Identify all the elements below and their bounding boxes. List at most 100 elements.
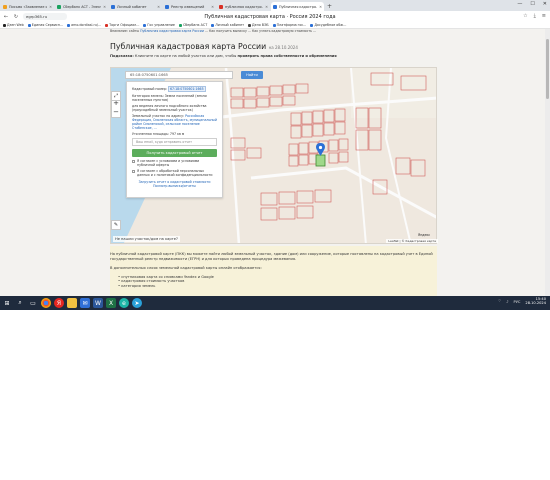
language-indicator[interactable]: РУС [514, 300, 521, 304]
search-icon[interactable]: ⌕ [15, 298, 25, 308]
maximize-icon[interactable]: ☐ [530, 1, 534, 7]
consent-personal-label: Я согласен с обработкой персональных дан… [137, 169, 213, 177]
bookmark-item[interactable]: Единая Сервисн... [27, 23, 64, 27]
telegram-icon[interactable]: ➤ [132, 298, 142, 308]
land-category: Категория земель: Земли поселений (земли… [132, 94, 207, 102]
task-view-icon[interactable]: ▭ [28, 298, 38, 308]
browser-tab[interactable]: Реестр извещений ✕ [163, 2, 216, 11]
clock[interactable]: 15:40 28.10.2024 [525, 297, 546, 306]
close-tab-icon[interactable]: ✕ [211, 5, 214, 9]
checkbox-icon[interactable] [132, 159, 135, 163]
measure-button[interactable]: ✎ [111, 220, 121, 230]
page-title: Публичная кадастровая карта · Россия 202… [204, 14, 336, 20]
hint-bold-text: проверить права собственности и обремене… [237, 54, 337, 58]
zoom-in-button[interactable]: + [113, 100, 119, 107]
tab-favicon-icon [57, 4, 61, 9]
page-scrollbar[interactable] [545, 29, 550, 296]
new-tab-button[interactable]: + [327, 2, 332, 11]
close-tab-icon[interactable]: ✕ [319, 5, 322, 9]
bookmark-item[interactable]: Личный кабинет [211, 23, 244, 27]
bookmark-label: Личный кабинет [215, 23, 245, 27]
bookmark-label: amo.dordiasl.ru/... [71, 23, 102, 27]
checkbox-icon[interactable] [132, 169, 135, 173]
browser-actions: ☆ ⤓ ≡ [523, 13, 546, 19]
word-icon[interactable]: W [93, 298, 103, 308]
close-tab-icon[interactable]: ✕ [265, 5, 268, 9]
close-tab-icon[interactable]: ✕ [103, 5, 106, 9]
bookmark-label: Торги Официал... [109, 23, 140, 27]
close-window-icon[interactable]: ✕ [543, 1, 547, 7]
panel-footer-link[interactable]: Загрузить отчет о кадастровой стоимости … [132, 180, 217, 188]
blank-area [0, 310, 550, 480]
layers-icon: ⤢ [113, 93, 118, 99]
bookmark-label: Дзен Web [7, 23, 24, 27]
bookmark-label: Досудебное обж... [314, 23, 347, 27]
description-text: На публичной кадастровой карте (ПКК) вы … [110, 252, 437, 289]
map-provider: Яндекс [418, 233, 431, 237]
browser-tab[interactable]: публичная кадастро... ✕ [217, 2, 270, 11]
selected-parcel[interactable] [315, 154, 326, 167]
email-field[interactable]: Ваш email, куда отправить отчет [132, 138, 217, 146]
bookmark-icon [143, 23, 147, 27]
bookmark-label: Гос управление [147, 23, 175, 27]
taskbar: ⊞ ⌕ ▭ Я ✉ W X e ➤ ⌔ ♪ РУС 15:40 28.10.20… [0, 296, 550, 310]
bookmark-item[interactable]: Дзен Web [3, 23, 24, 27]
field-area [351, 68, 436, 118]
scrollbar-thumb[interactable] [546, 39, 549, 99]
bookmark-item[interactable]: Дело ВЭБ [248, 23, 269, 27]
menu-icon[interactable]: ≡ [542, 13, 546, 19]
browser-tab[interactable]: Письмо «Заявление об...✕ [1, 2, 54, 11]
zoom-out-button[interactable]: − [113, 109, 119, 116]
map-attribution[interactable]: Leaflet | © Кадастровая карта [386, 239, 438, 243]
bookmark-item[interactable]: Платформа гос... [272, 23, 306, 27]
info-link[interactable]: Публичная кадастровая карта России [140, 29, 204, 33]
bookmark-icon [67, 23, 71, 27]
land-purpose: для ведения личного подсобного хозяйства… [132, 104, 207, 112]
chrome-icon[interactable] [41, 298, 51, 308]
consent-personal-data[interactable]: Я согласен с обработкой персональных дан… [132, 169, 217, 177]
cadnum-label: Кадастровый номер: [132, 87, 167, 91]
browser-tab[interactable]: Личный кабинет ✕ [109, 2, 162, 11]
yandex-icon[interactable]: Я [54, 298, 64, 308]
browser-tab[interactable]: Сбербанк АСТ - Электр...✕ [55, 2, 108, 11]
not-found-link[interactable]: Не нашли участок/дом на карте? [113, 236, 180, 242]
edge-icon[interactable]: e [119, 298, 129, 308]
download-icon[interactable]: ⤓ [534, 13, 536, 19]
bookmark-item[interactable]: Торги Официал... [105, 23, 139, 27]
excel-icon[interactable]: X [106, 298, 116, 308]
description-paragraph: В дополнительных слоях земельной кадастр… [110, 265, 262, 270]
layers-button[interactable]: ⤢ [111, 91, 121, 101]
minimize-icon[interactable]: — [517, 1, 522, 7]
bookmark-star-icon[interactable]: ☆ [523, 13, 527, 19]
layers-list: спутниковая карта со снимками Yandex и G… [110, 275, 437, 290]
bookmark-icon [105, 23, 109, 27]
parcel-area: Уточненная площадь: 797 кв м [132, 132, 185, 136]
window-controls: — ☐ ✕ [517, 1, 547, 7]
close-tab-icon[interactable]: ✕ [49, 5, 52, 9]
network-icon[interactable]: ⌔ [498, 299, 501, 304]
url-field[interactable]: egrp365.ru [23, 13, 67, 20]
get-report-button[interactable]: Получить кадастровый отчет [132, 149, 217, 157]
browser-tab-active[interactable]: Публичная кадастро... ✕ [271, 2, 324, 11]
bookmark-item[interactable]: Сбербанк АСТ [178, 23, 207, 27]
explorer-icon[interactable] [67, 298, 77, 308]
bookmark-item[interactable]: Гос управление [143, 23, 175, 27]
close-tab-icon[interactable]: ✕ [157, 5, 160, 9]
bookmark-item[interactable]: amo.dordiasl.ru/... [67, 23, 101, 27]
tab-favicon-icon [165, 4, 169, 9]
start-icon[interactable]: ⊞ [2, 298, 12, 308]
find-button[interactable]: Найти [241, 71, 263, 79]
cadnum-value[interactable]: 67:18:0750601:1665 [167, 86, 206, 92]
info-text: Внимание: сайты [110, 29, 141, 33]
volume-icon[interactable]: ♪ [506, 300, 508, 304]
back-icon[interactable]: ← [3, 14, 9, 20]
bookmark-icon [3, 23, 6, 27]
consent-offer[interactable]: Я согласен с условиями и условиями публи… [132, 159, 217, 167]
mail-icon[interactable]: ✉ [80, 298, 90, 308]
hint-text: Кликните на карте на любой участок или д… [133, 54, 238, 58]
cadastral-search-input[interactable]: 65:18:0750601:1665 [125, 71, 233, 79]
bookmark-item[interactable]: Досудебное обж... [310, 23, 346, 27]
bookmark-icon [211, 23, 215, 27]
bookmark-label: Единая Сервисн... [31, 23, 64, 27]
refresh-icon[interactable]: ↻ [13, 14, 19, 20]
